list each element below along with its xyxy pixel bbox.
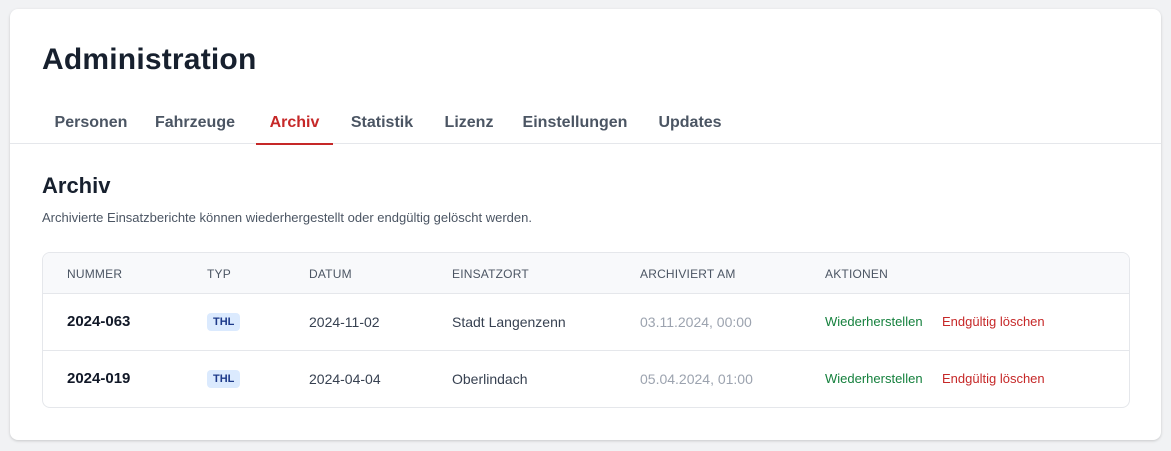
- cell-archiviert-am: 05.04.2024, 01:00: [640, 371, 753, 387]
- restore-button[interactable]: Wiederherstellen: [825, 314, 923, 329]
- type-badge: THL: [207, 313, 241, 331]
- column-header-archiviert-am: Archiviert am: [640, 267, 736, 281]
- tab-fahrzeuge[interactable]: Fahrzeuge: [144, 109, 246, 144]
- tab-archiv[interactable]: Archiv: [256, 109, 333, 145]
- table-row: 2024-019 THL 2024-04-04 Oberlindach 05.0…: [43, 351, 1129, 407]
- cell-nummer: 2024-063: [67, 313, 131, 330]
- cell-nummer: 2024-019: [67, 370, 131, 387]
- table-row: 2024-063 THL 2024-11-02 Stadt Langenzenn…: [43, 294, 1129, 351]
- restore-button[interactable]: Wiederherstellen: [825, 371, 923, 386]
- column-header-aktionen: Aktionen: [825, 267, 888, 281]
- archive-table: Nummer Typ Datum Einsatzort Archiviert a…: [42, 252, 1130, 408]
- delete-permanently-button[interactable]: Endgültig löschen: [942, 314, 1045, 329]
- section-description: Archivierte Einsatzberichte können wiede…: [42, 210, 532, 225]
- section-title: Archiv: [42, 173, 111, 198]
- cell-einsatzort: Oberlindach: [452, 371, 528, 387]
- tab-einstellungen[interactable]: Einstellungen: [522, 109, 628, 144]
- page-title: Administration: [42, 43, 257, 76]
- cell-datum: 2024-04-04: [309, 371, 381, 387]
- column-header-einsatzort: Einsatzort: [452, 267, 529, 281]
- delete-permanently-button[interactable]: Endgültig löschen: [942, 371, 1045, 386]
- table-header: Nummer Typ Datum Einsatzort Archiviert a…: [43, 253, 1129, 294]
- tab-personen[interactable]: Personen: [42, 109, 140, 144]
- cell-datum: 2024-11-02: [309, 314, 380, 330]
- tab-bar: Personen Fahrzeuge Archiv Statistik Lize…: [10, 109, 1161, 145]
- column-header-datum: Datum: [309, 267, 352, 281]
- tab-statistik[interactable]: Statistik: [346, 109, 418, 144]
- column-header-nummer: Nummer: [67, 267, 123, 281]
- type-badge: THL: [207, 370, 241, 388]
- admin-card: Administration Personen Fahrzeuge Archiv…: [10, 9, 1161, 440]
- tab-lizenz[interactable]: Lizenz: [440, 109, 498, 144]
- column-header-typ: Typ: [207, 267, 231, 281]
- cell-einsatzort: Stadt Langenzenn: [452, 314, 566, 330]
- cell-archiviert-am: 03.11.2024, 00:00: [640, 314, 752, 330]
- tab-updates[interactable]: Updates: [654, 109, 726, 144]
